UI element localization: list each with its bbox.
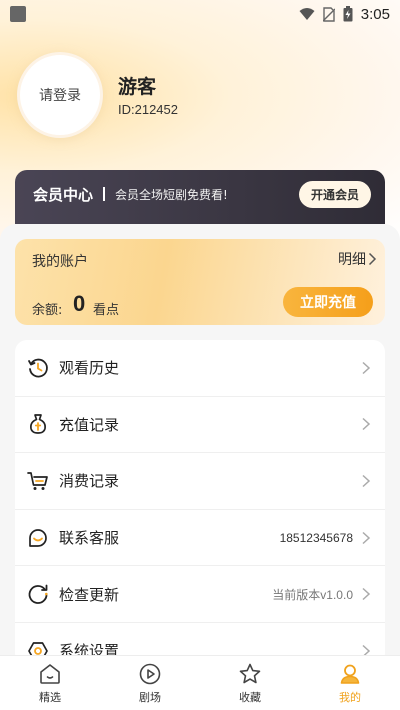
menu-label: 充值记录 [59,415,120,434]
vip-description: 会员全场短剧免费看! [115,187,228,202]
balance-value: 0 [73,291,86,316]
account-title: 我的账户 [32,254,88,270]
support-phone: 18512345678 [279,530,353,545]
battery-charging-icon [343,6,353,22]
user-icon [340,664,360,684]
notification-icon [10,6,26,22]
topup-button[interactable]: 立即充值 [283,287,373,317]
vip-title: 会员中心 [33,185,94,204]
chevron-right-icon [362,531,371,544]
tab-theater[interactable]: 剧场 [100,662,200,705]
customer-service-icon [27,527,49,549]
wifi-icon [299,8,315,20]
status-bar: 3:05 [0,0,400,28]
avatar-login-label: 请登录 [39,88,81,104]
status-time: 3:05 [360,5,390,23]
tab-featured[interactable]: 精选 [0,662,100,705]
balance-unit: 看点 [93,303,120,318]
no-sim-icon [322,6,335,22]
chevron-right-icon [362,474,371,488]
tab-label: 精选 [39,690,61,704]
refresh-icon [27,583,49,605]
tab-label: 收藏 [239,690,261,704]
home-icon [40,663,60,684]
vip-banner[interactable]: 会员中心 会员全场短剧免费看! 开通会员 [15,170,385,224]
menu-label: 消费记录 [59,472,120,491]
menu-list: 观看历史 充值记录 消费记录 联系客服 18512345678 检查更新 当前版… [15,340,385,665]
tab-label: 剧场 [139,690,161,704]
menu-label: 联系客服 [59,529,120,548]
star-icon [239,663,261,683]
menu-item-check-update[interactable]: 检查更新 当前版本v1.0.0 [15,566,385,623]
play-circle-icon [139,663,161,684]
balance-label: 余额: [32,303,63,318]
menu-item-contact-support[interactable]: 联系客服 18512345678 [15,510,385,567]
tab-mine[interactable]: 我的 [300,662,400,705]
money-bag-icon [27,413,49,435]
menu-label: 观看历史 [59,359,120,378]
chevron-right-icon [362,418,371,431]
account-detail-label: 明细 [338,252,366,268]
username: 游客 [118,76,157,98]
account-card: 我的账户 明细 余额: 0 看点 立即充值 [15,239,385,325]
bottom-tab-bar: 精选 剧场 收藏 我的 [0,655,400,710]
chevron-right-icon [368,252,377,266]
tab-favorites[interactable]: 收藏 [200,662,300,705]
open-vip-button[interactable]: 开通会员 [298,180,371,208]
vip-divider [103,187,106,201]
chevron-right-icon [362,588,371,601]
menu-item-watch-history[interactable]: 观看历史 [15,340,385,397]
user-id: ID:212452 [118,102,178,117]
menu-item-recharge-records[interactable]: 充值记录 [15,397,385,454]
current-version: 当前版本v1.0.0 [272,587,353,602]
account-detail-link[interactable]: 明细 [338,249,377,269]
chevron-right-icon [362,361,371,374]
tab-label: 我的 [339,690,361,704]
menu-item-consumption-records[interactable]: 消费记录 [15,453,385,510]
menu-label: 检查更新 [59,585,120,604]
login-avatar[interactable]: 请登录 [17,52,103,138]
cart-icon [27,470,49,492]
history-icon [27,357,49,379]
